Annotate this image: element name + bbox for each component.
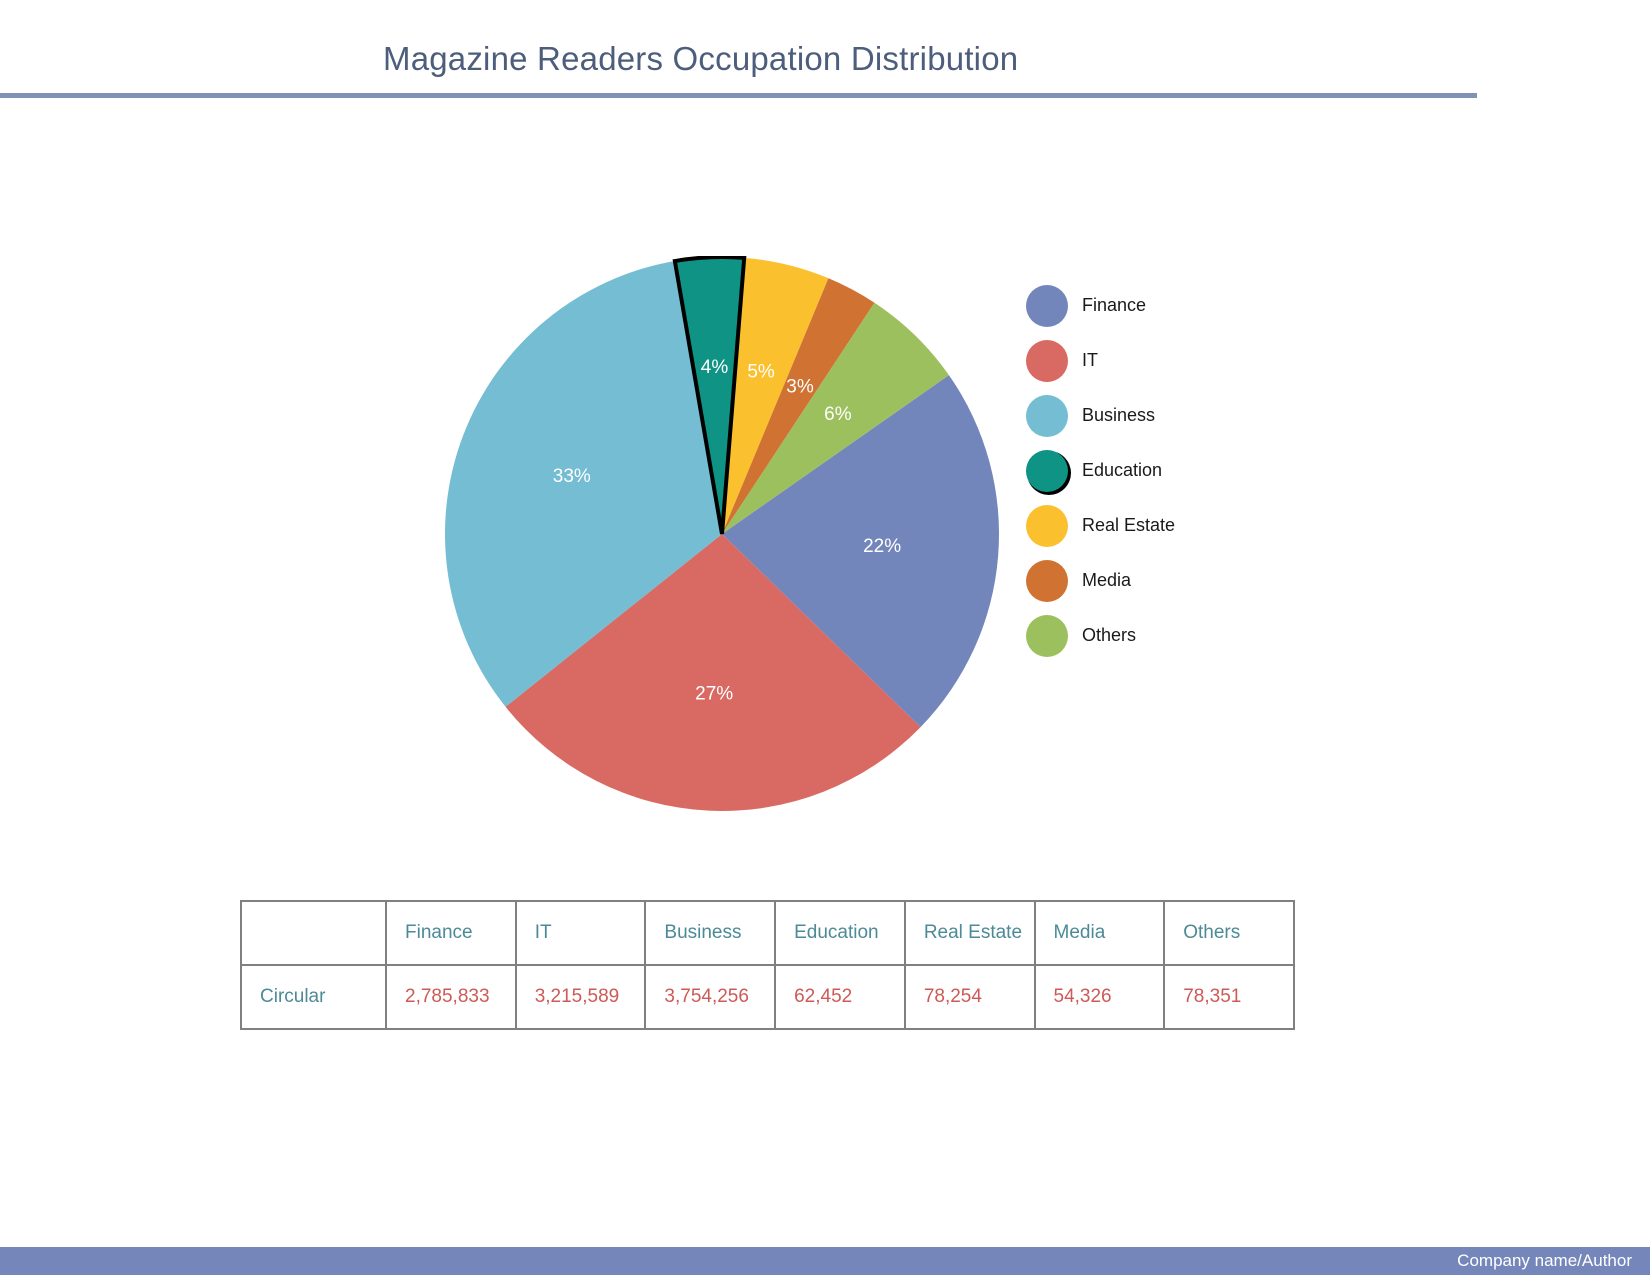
legend-item-label: Media	[1082, 570, 1132, 590]
page-title: Magazine Readers Occupation Distribution	[383, 40, 1019, 77]
legend-swatch-icon	[1026, 449, 1068, 492]
table-column-header: Business	[644, 900, 777, 966]
legend-swatch-icon	[1026, 339, 1068, 382]
legend-item-label: Education	[1082, 460, 1163, 480]
table-row: Circular 2,785,833 3,215,589 3,754,256 62,45…	[240, 964, 1295, 1030]
legend-item-label: Business	[1082, 405, 1156, 425]
table-column-header: IT	[514, 900, 647, 966]
table-cell-value: 62,452	[774, 964, 906, 1030]
data-table-container: Finance IT Business Education Real Estate Med…	[240, 900, 1295, 1030]
pie-slice-percent-label: 27%	[695, 684, 733, 705]
legend-item-business[interactable]: Business	[1026, 388, 1326, 443]
table-cell-value: 78,254	[903, 964, 1036, 1030]
chart-legend: Finance IT Business Education Real Estate Me…	[1026, 278, 1326, 663]
table-cell-value: 3,215,589	[514, 964, 647, 1030]
legend-item-label: IT	[1082, 350, 1098, 370]
legend-swatch-icon	[1026, 394, 1068, 437]
pie-slice-percent-label: 4%	[701, 357, 729, 378]
table-cell-value: 78,351	[1163, 964, 1295, 1030]
footer-bar: Company name/Author	[0, 1247, 1650, 1275]
legend-item-finance[interactable]: Finance	[1026, 278, 1326, 333]
legend-item-media[interactable]: Media	[1026, 553, 1326, 608]
legend-item-real-estate[interactable]: Real Estate	[1026, 498, 1326, 553]
table-row-label: Circular	[240, 964, 387, 1030]
table-cell-value: 3,754,256	[644, 964, 777, 1030]
legend-swatch-icon	[1026, 284, 1068, 327]
pie-slice-percent-label: 5%	[747, 362, 775, 383]
table-column-header: Media	[1033, 900, 1166, 966]
legend-swatch-icon	[1026, 559, 1068, 602]
legend-item-it[interactable]: IT	[1026, 333, 1326, 388]
header: Magazine Readers Occupation Distribution	[0, 0, 1650, 100]
footer-credit: Company name/Author	[1457, 1251, 1632, 1270]
pie-chart-svg: 22% 27% 33% 4% 5% 3% 6%	[445, 256, 999, 811]
legend-item-label: Finance	[1082, 295, 1147, 315]
pie-chart: 22% 27% 33% 4% 5% 3% 6%	[444, 256, 1000, 812]
table-column-header: Real Estate	[903, 900, 1036, 966]
legend-item-education[interactable]: Education	[1026, 443, 1326, 498]
legend-swatch-icon	[1026, 614, 1068, 657]
pie-slice-percent-label: 6%	[824, 404, 852, 425]
chart-area: 22% 27% 33% 4% 5% 3% 6% Finance IT Business Educ…	[0, 100, 1650, 860]
pie-slice-percent-label: 22%	[863, 536, 901, 557]
table-corner-cell	[240, 900, 387, 966]
table-cell-value: 54,326	[1033, 964, 1166, 1030]
table-column-header: Finance	[385, 900, 517, 966]
legend-item-others[interactable]: Others	[1026, 608, 1326, 663]
table-column-header: Others	[1163, 900, 1295, 966]
legend-item-label: Real Estate	[1082, 515, 1176, 535]
table-header-row: Finance IT Business Education Real Estate Med…	[240, 900, 1295, 966]
legend-item-label: Others	[1082, 625, 1137, 645]
data-table: Finance IT Business Education Real Estate Med…	[240, 900, 1295, 1030]
pie-slice-percent-label: 33%	[553, 466, 591, 487]
title-divider	[0, 93, 1477, 98]
legend-swatch-icon	[1026, 504, 1068, 547]
pie-slice-percent-label: 3%	[786, 376, 814, 397]
table-column-header: Education	[774, 900, 906, 966]
table-cell-value: 2,785,833	[385, 964, 517, 1030]
